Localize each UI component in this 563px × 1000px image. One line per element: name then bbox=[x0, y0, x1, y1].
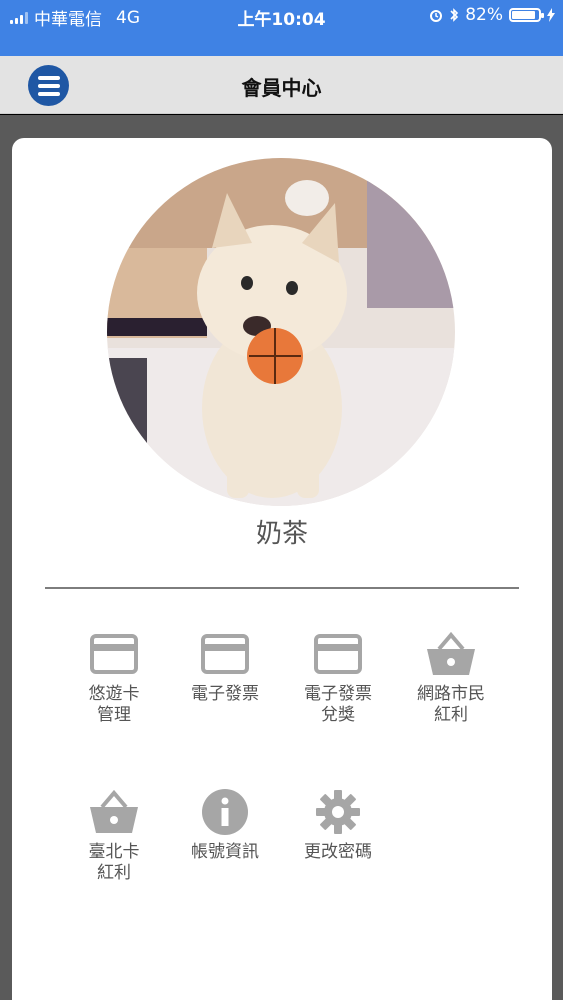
page-title: 會員中心 bbox=[241, 76, 322, 100]
avatar[interactable] bbox=[107, 158, 455, 506]
divider bbox=[45, 587, 519, 589]
menu-label: 臺北卡 紅利 bbox=[88, 842, 140, 883]
menu-label: 悠遊卡 管理 bbox=[88, 684, 140, 725]
info-icon bbox=[166, 788, 284, 836]
battery-icon bbox=[509, 8, 544, 22]
card-icon bbox=[55, 630, 173, 678]
menu-label: 更改密碼 bbox=[304, 842, 372, 862]
menu-label: 網路市民 紅利 bbox=[417, 684, 485, 725]
battery-percent: 82% bbox=[465, 5, 503, 25]
basket-icon bbox=[55, 788, 173, 836]
alarm-icon bbox=[430, 10, 443, 22]
username: 奶茶 bbox=[255, 519, 308, 549]
menu-easycard-management[interactable]: 悠遊卡 管理 bbox=[55, 630, 173, 726]
menu-change-password[interactable]: 更改密碼 bbox=[279, 788, 397, 863]
profile-card: 奶茶 悠遊卡 管理 電子發票 電子發票 兌獎 網路市民 紅利 臺北卡 紅利 帳號… bbox=[12, 138, 552, 1000]
basket-icon bbox=[392, 630, 510, 678]
gear-icon bbox=[279, 788, 397, 836]
menu-e-invoice[interactable]: 電子發票 bbox=[166, 630, 284, 705]
menu-label: 電子發票 bbox=[191, 684, 259, 704]
menu-label: 帳號資訊 bbox=[191, 842, 259, 862]
menu-label: 電子發票 兌獎 bbox=[304, 684, 372, 725]
card-icon bbox=[279, 630, 397, 678]
menu-citizen-bonus[interactable]: 網路市民 紅利 bbox=[392, 630, 510, 726]
dog-photo bbox=[107, 158, 455, 506]
bluetooth-icon bbox=[450, 8, 459, 22]
menu-e-invoice-redeem[interactable]: 電子發票 兌獎 bbox=[279, 630, 397, 726]
nav-bar: 會員中心 bbox=[0, 56, 563, 114]
status-bar: 中華電信 4G 上午10:04 82% bbox=[0, 0, 563, 56]
menu-account-info[interactable]: 帳號資訊 bbox=[166, 788, 284, 863]
status-right: 82% bbox=[429, 5, 555, 25]
card-icon bbox=[166, 630, 284, 678]
menu-taipei-card-bonus[interactable]: 臺北卡 紅利 bbox=[55, 788, 173, 884]
charging-icon bbox=[547, 8, 555, 22]
